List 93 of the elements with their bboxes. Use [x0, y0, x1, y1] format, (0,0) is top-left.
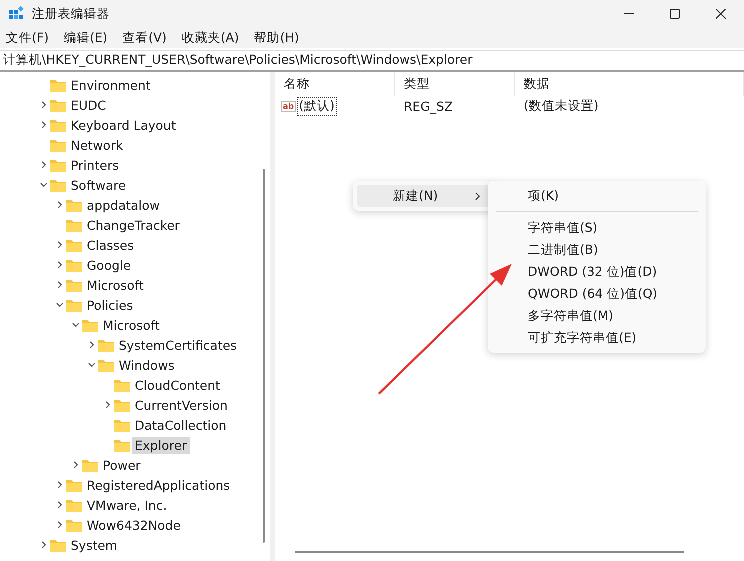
tree-item[interactable]: CloudContent	[132, 376, 224, 394]
tree-item[interactable]: Policies	[84, 296, 136, 314]
menu-item[interactable]: DWORD (32 位)值(D)	[492, 261, 702, 283]
folder-icon	[114, 378, 130, 392]
folder-icon	[66, 198, 82, 212]
chevron-right-icon[interactable]	[56, 481, 64, 489]
folder-icon	[50, 118, 66, 132]
tree-item[interactable]: DataCollection	[132, 416, 230, 434]
chevron-right-icon[interactable]	[40, 161, 48, 169]
tree-item[interactable]: Microsoft	[84, 276, 147, 294]
menu-item[interactable]: 编辑(E)	[64, 30, 108, 46]
menu-item[interactable]: 二进制值(B)	[492, 239, 702, 261]
tree-item[interactable]: Classes	[84, 236, 138, 254]
menu-item[interactable]: QWORD (64 位)值(Q)	[492, 283, 702, 305]
folder-icon	[50, 138, 66, 152]
tree-item[interactable]: Google	[84, 256, 134, 274]
menu-item[interactable]: 字符串值(S)	[492, 217, 702, 239]
window-title: 注册表编辑器	[32, 6, 111, 22]
column-header[interactable]: 数据	[515, 72, 744, 96]
folder-icon	[50, 78, 66, 92]
scrollbar-thumb[interactable]	[295, 551, 684, 553]
column-header[interactable]: 名称	[275, 72, 395, 96]
folder-icon	[66, 478, 82, 492]
table-cell-text: REG_SZ	[403, 98, 454, 114]
chevron-right-icon[interactable]	[56, 521, 64, 529]
app-icon	[8, 6, 24, 22]
column-header[interactable]: 类型	[395, 72, 515, 96]
chevron-down-icon[interactable]	[72, 321, 80, 329]
chevron-down-icon[interactable]	[88, 361, 96, 369]
chevron-down-icon[interactable]	[40, 181, 48, 189]
folder-icon	[82, 458, 98, 472]
folder-icon	[66, 298, 82, 312]
tree-item[interactable]: Software	[68, 176, 130, 194]
tree-item[interactable]: System	[68, 536, 121, 554]
tree-item[interactable]: Windows	[116, 356, 178, 374]
maximize-icon[interactable]	[670, 9, 680, 19]
string-value-icon: ab	[281, 100, 296, 112]
tree-item[interactable]: SystemCertificates	[116, 336, 240, 354]
folder-icon	[66, 518, 82, 532]
folder-icon	[66, 278, 82, 292]
chevron-right-icon[interactable]	[56, 281, 64, 289]
scrollbar-thumb[interactable]	[263, 169, 265, 543]
folder-icon	[98, 358, 114, 372]
folder-icon	[114, 398, 130, 412]
menu-item[interactable]: 查看(V)	[122, 30, 167, 46]
chevron-right-icon[interactable]	[56, 261, 64, 269]
folder-icon	[50, 98, 66, 112]
tree-item[interactable]: Keyboard Layout	[68, 116, 180, 134]
chevron-right-icon[interactable]	[88, 341, 96, 349]
tree-item[interactable]: Microsoft	[100, 316, 163, 334]
chevron-right-icon[interactable]	[56, 501, 64, 509]
tree-item[interactable]: Network	[68, 136, 126, 154]
address-bar[interactable]: 计算机\HKEY_CURRENT_USER\Software\Policies\Microsoft\Windows\Explorer	[0, 50, 744, 72]
folder-icon	[114, 418, 130, 432]
close-icon[interactable]	[716, 9, 726, 19]
tree-item[interactable]: RegisteredApplications	[84, 476, 234, 494]
menu-item[interactable]: 项(K)	[492, 185, 702, 207]
table-cell[interactable]: (默认)	[297, 96, 337, 116]
tree-item[interactable]: VMware, Inc.	[84, 496, 170, 514]
tree-item[interactable]: Wow6432Node	[84, 516, 184, 534]
chevron-right-icon[interactable]	[72, 461, 80, 469]
chevron-right-icon[interactable]	[40, 101, 48, 109]
folder-icon	[50, 158, 66, 172]
chevron-right-icon[interactable]	[40, 121, 48, 129]
menu-item[interactable]: 多字符串值(M)	[492, 305, 702, 327]
tree-item[interactable]: ChangeTracker	[84, 216, 183, 234]
chevron-right-icon[interactable]	[56, 241, 64, 249]
folder-icon	[50, 538, 66, 552]
table-cell-text: (数值未设置)	[523, 98, 600, 114]
menu-item[interactable]: 可扩充字符串值(E)	[492, 327, 702, 349]
folder-icon	[82, 318, 98, 332]
folder-icon	[66, 218, 82, 232]
tree-item[interactable]: Printers	[68, 156, 122, 174]
tree-item[interactable]: EUDC	[68, 96, 110, 114]
menu-item[interactable]: 收藏夹(A)	[182, 30, 240, 46]
chevron-down-icon[interactable]	[56, 301, 64, 309]
folder-icon	[50, 178, 66, 192]
chevron-right-icon[interactable]	[40, 541, 48, 549]
chevron-right-icon	[475, 192, 481, 200]
tree-item[interactable]: Environment	[68, 76, 154, 94]
chevron-right-icon[interactable]	[56, 201, 64, 209]
tree-item[interactable]: Power	[100, 456, 144, 474]
folder-icon	[66, 258, 82, 272]
menu-item[interactable]: 帮助(H)	[254, 30, 300, 46]
menu-item[interactable]: 文件(F)	[6, 30, 49, 46]
tree-item[interactable]: Explorer	[132, 436, 190, 454]
folder-icon	[66, 498, 82, 512]
folder-icon	[114, 438, 130, 452]
folder-icon	[66, 238, 82, 252]
folder-icon	[98, 338, 114, 352]
tree-item[interactable]: appdatalow	[84, 196, 164, 214]
chevron-right-icon[interactable]	[104, 401, 112, 409]
tree-item[interactable]: CurrentVersion	[132, 396, 231, 414]
